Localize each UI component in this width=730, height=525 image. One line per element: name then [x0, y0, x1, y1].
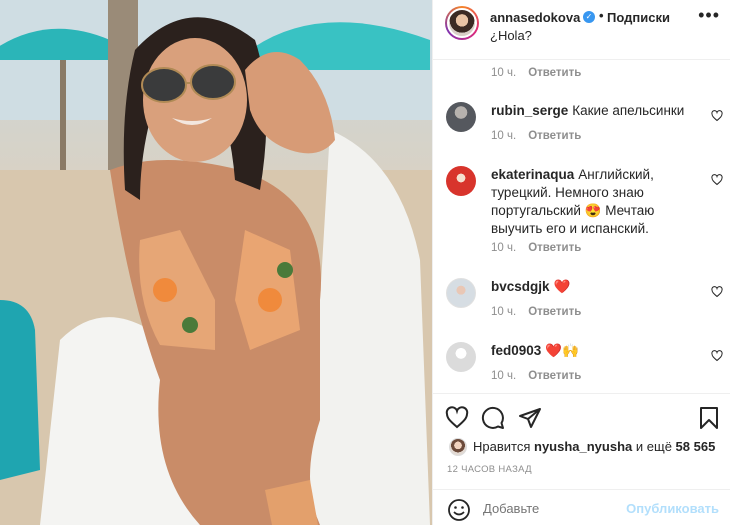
- commenter-avatar[interactable]: [446, 102, 476, 132]
- liker-username[interactable]: nyusha_nyusha: [534, 439, 632, 454]
- follow-status-button[interactable]: Подписки: [607, 10, 670, 25]
- verified-badge-icon: ✓: [583, 11, 595, 23]
- author-avatar[interactable]: [445, 6, 479, 40]
- comment-bubble-icon[interactable]: [481, 406, 505, 430]
- more-options-icon[interactable]: •••: [698, 6, 720, 24]
- author-username[interactable]: annasedokova: [490, 10, 580, 25]
- comment-text: ekaterinaqua Английский, турецкий. Немног…: [491, 166, 691, 238]
- comment-like-heart-icon[interactable]: [711, 110, 723, 122]
- comment-text: bvcsdgjk ❤️: [491, 278, 691, 296]
- paper-plane-icon[interactable]: [518, 406, 542, 430]
- post-timestamp[interactable]: 12 ЧАСОВ НАЗАД: [447, 464, 532, 475]
- heart-icon[interactable]: [445, 406, 469, 430]
- post-header: annasedokova ✓ • Подписки ¿Hola? •••: [433, 0, 730, 60]
- comment-like-heart-icon[interactable]: [711, 350, 723, 362]
- likes-count[interactable]: 58 565: [676, 439, 716, 454]
- bookmark-icon[interactable]: [697, 406, 721, 430]
- commenter-username[interactable]: fed0903: [491, 343, 541, 358]
- reply-button[interactable]: Ответить: [528, 306, 581, 318]
- commenter-avatar[interactable]: [446, 278, 476, 308]
- add-comment-row: Опубликовать: [433, 489, 730, 525]
- reply-button[interactable]: Ответить: [528, 67, 581, 79]
- post-photo[interactable]: [0, 0, 432, 525]
- reply-button[interactable]: Ответить: [528, 130, 581, 142]
- commenter-avatar[interactable]: [446, 166, 476, 196]
- reply-button[interactable]: Ответить: [528, 370, 581, 382]
- comment-time: 10 ч.: [491, 130, 517, 142]
- comment-time: 10 ч.: [491, 306, 517, 318]
- comment-body: Какие апельсинки: [572, 103, 685, 118]
- comment-body: ❤️: [553, 279, 571, 294]
- post-side-panel: annasedokova ✓ • Подписки ¿Hola? ••• 10 …: [432, 0, 730, 525]
- header-separator: •: [599, 8, 604, 23]
- liker-avatar[interactable]: [449, 438, 467, 456]
- comment-like-heart-icon[interactable]: [711, 286, 723, 298]
- comment-time: 10 ч.: [491, 370, 517, 382]
- post-caption: ¿Hola?: [490, 28, 532, 43]
- comment-meta: 10 ч. Ответить: [491, 306, 581, 318]
- likes-middle: и ещё: [635, 439, 672, 454]
- comment-meta: 10 ч. Ответить: [491, 130, 581, 142]
- commenter-username[interactable]: bvcsdgjk: [491, 279, 550, 294]
- publish-button[interactable]: Опубликовать: [626, 501, 719, 516]
- comment-meta: 10 ч. Ответить: [491, 370, 581, 382]
- post-photo-illustration: [0, 0, 432, 525]
- reply-button[interactable]: Ответить: [528, 242, 581, 254]
- likes-prefix: Нравится: [473, 439, 531, 454]
- post-actions: Нравится nyusha_nyusha и ещё 58 565 12 Ч…: [433, 393, 730, 525]
- commenter-username[interactable]: rubin_serge: [491, 103, 568, 118]
- comment-body: ❤️🙌: [545, 343, 579, 358]
- comment-like-heart-icon[interactable]: [711, 174, 723, 186]
- comment-meta: 10 ч. Ответить: [491, 242, 581, 254]
- comments-list[interactable]: 10 ч. Ответить rubin_serge Какие апельсинк…: [433, 60, 730, 393]
- likes-summary[interactable]: Нравится nyusha_nyusha и ещё 58 565: [473, 439, 715, 454]
- caption-time: 10 ч.: [491, 67, 517, 79]
- comment-time: 10 ч.: [491, 242, 517, 254]
- commenter-username[interactable]: ekaterinaqua: [491, 167, 574, 182]
- comment-text: rubin_serge Какие апельсинки: [491, 102, 691, 120]
- comment-text: fed0903 ❤️🙌: [491, 342, 691, 360]
- add-comment-input[interactable]: [483, 501, 623, 516]
- smiley-icon[interactable]: [447, 498, 471, 522]
- caption-meta: 10 ч. Ответить: [491, 67, 581, 79]
- commenter-avatar[interactable]: [446, 342, 476, 372]
